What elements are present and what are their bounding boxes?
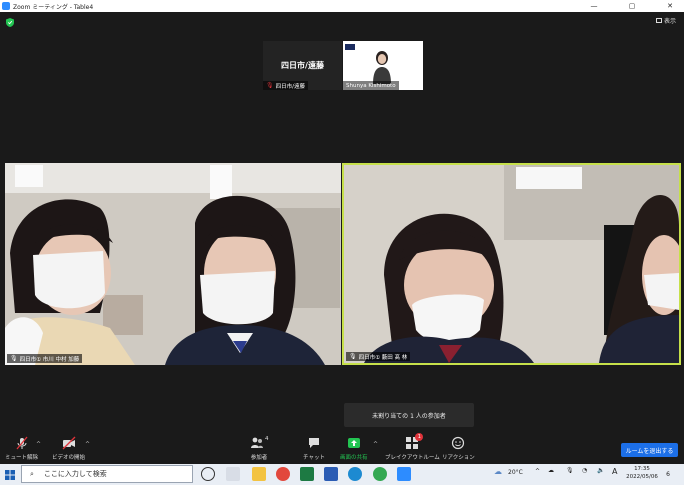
minimize-button[interactable]: — <box>580 0 608 12</box>
volume-icon[interactable]: 🔈 <box>597 467 604 474</box>
onedrive-cloud-icon[interactable]: ☁ <box>548 467 554 474</box>
wall-poster <box>345 44 355 50</box>
weather-temp[interactable]: 20°C <box>508 469 523 476</box>
excel-icon[interactable] <box>300 467 314 481</box>
participants-icon <box>251 437 263 448</box>
video-options-caret-icon[interactable]: ^ <box>85 441 90 448</box>
zoom-app-icon <box>2 2 10 10</box>
participant-name-label: Shunya Kishimoto <box>343 81 399 90</box>
notification-center-icon[interactable]: 6 <box>662 467 674 481</box>
tile-name-label: 🎙 四日市① 市川 中村 加藤 <box>7 354 83 363</box>
breakout-badge: 1 <box>415 433 424 441</box>
participant-name: Shunya Kishimoto <box>346 82 396 89</box>
taskbar-search-box[interactable]: ⌕ ここに入力して検索 <box>21 465 193 483</box>
participant-thumbnail-endo[interactable]: 四日市/遠藤 🎙 四日市/遠藤 <box>263 41 342 90</box>
mic-icon: 🎙 <box>10 355 18 362</box>
reactions-button[interactable]: リアクション <box>442 436 475 461</box>
file-explorer-icon[interactable] <box>252 467 266 481</box>
chat-label: チャット <box>303 455 325 461</box>
video-feed-classroom-right <box>344 165 679 363</box>
reactions-smiley-icon <box>452 436 465 450</box>
muted-microphone-icon <box>16 436 27 450</box>
reactions-label: リアクション <box>442 455 475 461</box>
chat-bubble-icon <box>308 438 319 448</box>
word-icon[interactable] <box>324 467 338 481</box>
muted-mic-icon: 🎙 <box>266 82 274 89</box>
video-off-camera-icon <box>62 436 75 450</box>
participant-name: 四日市/遠藤 <box>275 83 305 90</box>
participant-name-label: 🎙 四日市/遠藤 <box>263 81 308 90</box>
tray-overflow-caret-icon[interactable]: ^ <box>535 468 540 475</box>
maximize-button[interactable]: ▢ <box>618 0 646 12</box>
close-button[interactable]: ✕ <box>656 0 684 12</box>
share-screen-button[interactable]: 画面の共有 <box>340 436 368 461</box>
participant-display-name: 四日市/遠藤 <box>281 61 324 70</box>
view-button-label: 表示 <box>663 18 676 25</box>
audio-options-caret-icon[interactable]: ^ <box>36 441 41 448</box>
breakout-rooms-button[interactable]: 1 ブレイクアウトルーム <box>385 433 440 461</box>
tile-participant-name: 四日市① 藪田 髙 林 <box>358 354 408 361</box>
share-screen-label: 画面の共有 <box>340 455 368 461</box>
participant-thumbnail-kishimoto[interactable]: Shunya Kishimoto <box>343 41 423 90</box>
chrome-icon[interactable] <box>276 467 290 481</box>
search-placeholder: ここに入力して検索 <box>43 470 107 478</box>
video-feed-classroom-left <box>5 163 341 365</box>
share-screen-icon <box>347 438 360 448</box>
breakout-icon-wrap: 1 <box>405 433 424 450</box>
notification-count: 6 <box>666 470 670 478</box>
unmute-button[interactable]: ミュート解除 <box>5 436 38 461</box>
tile-name-label: 🎙 四日市① 藪田 髙 林 <box>346 352 411 361</box>
view-button[interactable]: 表示 <box>655 16 676 25</box>
leave-room-button[interactable]: ルームを退出する <box>621 443 678 457</box>
tile-participant-name: 四日市① 市川 中村 加藤 <box>19 356 80 363</box>
zoom-window: Zoom ミーティング - Table4 — ▢ ✕ 表示 四日市/遠藤 🎙 四… <box>0 0 684 485</box>
participants-icon-wrap: 4 <box>250 436 269 450</box>
windows-logo-icon <box>5 469 15 480</box>
cortana-icon[interactable] <box>201 467 215 481</box>
network-icon[interactable]: ◔ <box>582 467 587 474</box>
edge-icon[interactable] <box>348 467 362 481</box>
grid-view-icon <box>655 18 662 23</box>
video-tile-right-active-speaker[interactable]: 🎙 四日市① 藪田 髙 林 <box>342 163 681 365</box>
video-tile-left[interactable]: 🎙 四日市① 市川 中村 加藤 <box>5 163 341 365</box>
zoom-taskbar-icon[interactable] <box>397 467 411 481</box>
taskbar-clock[interactable]: 17:35 2022/05/06 <box>626 465 658 481</box>
ime-indicator[interactable]: A <box>612 467 617 476</box>
person-video-figure <box>373 51 391 84</box>
window-title: Zoom ミーティング - Table4 <box>13 3 94 11</box>
start-button[interactable] <box>0 464 20 485</box>
breakout-rooms-label: ブレイクアウトルーム <box>385 455 440 461</box>
search-icon: ⌕ <box>30 469 34 478</box>
share-options-caret-icon[interactable]: ^ <box>373 441 378 448</box>
participants-count: 4 <box>265 436 269 442</box>
weather-cloud-icon: ☁ <box>494 467 502 476</box>
microphone-tray-icon[interactable]: 🎙 <box>566 467 574 474</box>
clock-date: 2022/05/06 <box>626 474 658 480</box>
chat-button[interactable]: チャット <box>303 436 325 461</box>
start-video-button[interactable]: ビデオの開始 <box>52 436 85 461</box>
participants-label: 参加者 <box>250 455 268 461</box>
participants-button[interactable]: 4 参加者 <box>250 436 269 461</box>
chrome-alt-icon[interactable] <box>373 467 387 481</box>
task-view-icon[interactable] <box>226 467 240 481</box>
start-video-label: ビデオの開始 <box>52 455 86 461</box>
unassigned-participants-notice[interactable]: 未割り当ての 1 人の参加者 <box>344 403 474 427</box>
unmute-label: ミュート解除 <box>5 455 39 461</box>
clock-time: 17:35 <box>634 466 650 472</box>
security-shield-icon[interactable] <box>6 18 14 27</box>
mic-icon: 🎙 <box>349 353 357 360</box>
